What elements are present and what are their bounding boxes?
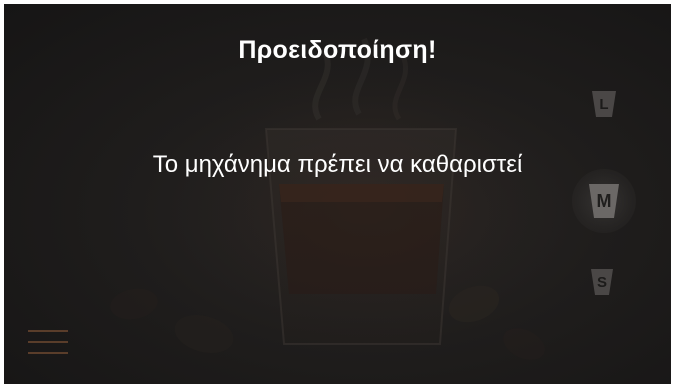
warning-screen: Προειδοποίηση! Το μηχάνημα πρέπει να καθ…	[4, 4, 671, 384]
menu-line	[28, 341, 68, 343]
cleaning-required-message: Το μηχάνημα πρέπει να καθαριστεί	[152, 151, 523, 178]
cup-size-small-button[interactable]: S	[588, 267, 616, 297]
cup-size-small-label: S	[596, 273, 607, 291]
cup-size-large-button[interactable]: L	[590, 89, 618, 119]
cup-size-medium-label: M	[596, 190, 612, 211]
hamburger-menu-icon[interactable]	[28, 328, 68, 358]
warning-title: Προειδοποίηση!	[238, 36, 437, 64]
menu-line	[28, 352, 68, 354]
menu-line	[28, 330, 68, 332]
cup-size-medium-button[interactable]: M	[572, 169, 636, 233]
cup-size-large-label: L	[599, 95, 609, 113]
